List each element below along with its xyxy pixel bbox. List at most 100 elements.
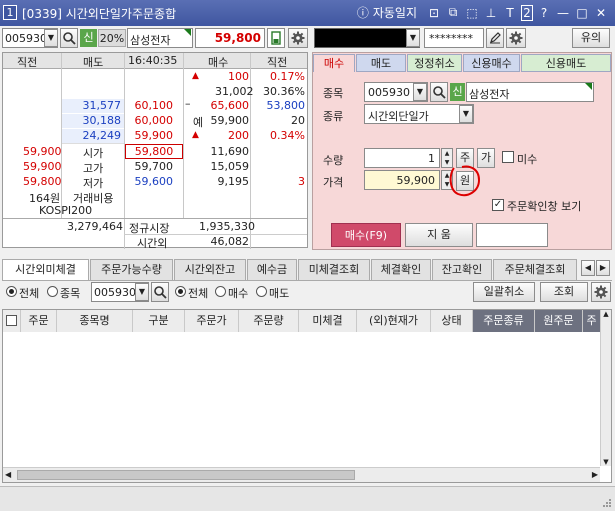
low-price-label: 저가	[83, 177, 104, 190]
layout-icon[interactable]: ⊡	[426, 6, 442, 20]
tab-sell[interactable]: 매도	[356, 54, 406, 72]
index-membership: KOSPI200	[39, 204, 93, 217]
quantity-label: 수량	[323, 154, 344, 167]
settings-gear-icon[interactable]	[288, 28, 308, 48]
quote-grid: 직전 매도 16:40:35 매수 직전 ▲ 100 0.17% 31,002 …	[2, 52, 308, 250]
column-type[interactable]: 구분	[133, 310, 185, 332]
tab-order-execution-query[interactable]: 주문체결조회	[493, 259, 577, 280]
bid-price-selected[interactable]: 59,800	[125, 144, 183, 159]
cancel-all-button[interactable]: 일괄취소	[473, 282, 535, 302]
tab-credit-buy[interactable]: 신용매수	[463, 54, 520, 72]
tab-unfilled-query[interactable]: 미체결조회	[298, 259, 370, 280]
confirm-checkbox[interactable]: ✓	[492, 199, 504, 211]
horizontal-scrollbar[interactable]: ◀ ▶	[3, 467, 600, 482]
header-bid: 매수	[208, 56, 229, 69]
clear-button[interactable]: 지 움	[405, 223, 473, 247]
ask-row-pct: 0.17%	[270, 70, 305, 83]
header-prev: 직전	[17, 56, 38, 69]
filter-stock-dropdown-icon[interactable]: ▼	[135, 283, 149, 301]
pin-icon[interactable]: ⊥	[483, 6, 499, 20]
ask-price[interactable]: 60,100	[125, 99, 174, 112]
filter-stock-radio[interactable]	[47, 286, 58, 297]
tab-scroll-right-icon[interactable]: ▶	[596, 260, 610, 276]
search-icon[interactable]	[60, 28, 78, 48]
two-icon[interactable]: 2	[521, 4, 533, 21]
stock-code-dropdown-icon[interactable]: ▼	[44, 29, 58, 47]
column-status[interactable]: 상태	[431, 310, 473, 332]
tab-orderable-qty[interactable]: 주문가능수량	[90, 259, 173, 280]
copy-icon[interactable]: ⬚	[464, 6, 480, 20]
edit-pencil-icon[interactable]	[486, 28, 504, 48]
order-stock-name-value: 삼성전자	[469, 88, 510, 101]
column-order-kind[interactable]: 주문종류	[473, 310, 535, 332]
tab-scroll-left-icon[interactable]: ◀	[581, 260, 595, 276]
autolog-icon[interactable]: ⓘ	[356, 4, 370, 21]
vertical-scrollbar[interactable]: ▲ ▼	[600, 310, 611, 466]
password-value: ********	[429, 32, 473, 45]
order-type-select[interactable]: 시간외단일가	[364, 104, 474, 124]
tab-execution-check[interactable]: 체결확인	[371, 259, 431, 280]
column-unfilled[interactable]: 미체결	[299, 310, 357, 332]
column-order-price[interactable]: 주문가	[185, 310, 239, 332]
tab-balance-check[interactable]: 잔고확인	[432, 259, 492, 280]
column-order-qty[interactable]: 주문량	[239, 310, 299, 332]
filter-sell-label: 매도	[269, 287, 290, 300]
list-settings-gear-icon[interactable]	[591, 282, 611, 302]
help-icon[interactable]: ?	[536, 6, 552, 20]
notice-button[interactable]: 유의	[572, 28, 610, 48]
order-type-dropdown-icon[interactable]: ▼	[459, 105, 473, 123]
password-field[interactable]: ********	[424, 28, 484, 48]
price-input[interactable]: 59,900	[364, 170, 440, 190]
ask-price[interactable]: 59,900	[125, 129, 174, 142]
account-number-field[interactable]	[314, 28, 420, 48]
bid-price[interactable]: 59,600	[125, 175, 174, 188]
bid-volume: 9,195	[217, 175, 250, 188]
ask-price[interactable]: 60,000	[125, 114, 174, 127]
order-type-label: 종류	[323, 110, 344, 123]
ask-volume: 30,188	[82, 114, 122, 127]
tab-modify-cancel[interactable]: 정정취소	[407, 54, 462, 72]
query-button[interactable]: 조회	[540, 282, 588, 302]
column-stock-name[interactable]: 종목명	[57, 310, 133, 332]
order-stock-dropdown-icon[interactable]: ▼	[413, 83, 427, 101]
column-original-order[interactable]: 원주문	[535, 310, 583, 332]
memo-icon[interactable]	[267, 28, 285, 48]
tab-credit-sell[interactable]: 신용매도	[521, 54, 611, 72]
text-size-icon[interactable]: T	[502, 6, 518, 20]
close-icon[interactable]: ✕	[593, 6, 609, 20]
minimize-icon[interactable]: —	[555, 6, 571, 20]
filter-buy-label: 매수	[228, 287, 249, 300]
bid-price[interactable]: 59,700	[125, 160, 174, 173]
tab-after-hours-balance[interactable]: 시간외잔고	[174, 259, 246, 280]
restore-window-icon[interactable]: ⧉	[445, 5, 461, 20]
ask-row-marker: ▲	[192, 71, 199, 81]
tab-buy[interactable]: 매수	[313, 54, 355, 72]
column-order[interactable]: 주문	[21, 310, 57, 332]
select-all-checkbox[interactable]	[6, 315, 17, 326]
maximize-icon[interactable]: □	[574, 6, 590, 20]
autolog-button[interactable]: 자동일지	[373, 4, 417, 21]
ask-row-pct: 20	[291, 114, 305, 127]
margin-rate-badge: 20%	[98, 29, 126, 47]
filter-sell-radio[interactable]	[256, 286, 267, 297]
filter-buy-radio[interactable]	[215, 286, 226, 297]
order-search-icon[interactable]	[430, 82, 448, 102]
scroll-down-icon: ▼	[603, 458, 609, 466]
account-settings-gear-icon[interactable]	[506, 28, 526, 48]
ask-row-bid-volume: 31,002	[215, 85, 254, 98]
quantity-input[interactable]: 1	[364, 148, 440, 168]
filter-all-radio[interactable]	[6, 286, 17, 297]
ask-row-bid-volume: 100	[228, 70, 249, 83]
resize-grip-icon[interactable]	[602, 498, 612, 508]
tab-deposit[interactable]: 예수금	[247, 259, 297, 280]
filter-search-icon[interactable]	[151, 282, 169, 302]
order-stock-name-field: 삼성전자	[466, 82, 594, 102]
buy-button[interactable]: 매수(F9)	[331, 223, 401, 247]
account-dropdown-icon[interactable]: ▼	[406, 29, 420, 47]
tab-after-hours-unfilled[interactable]: 시간외미체결	[2, 259, 89, 281]
column-more[interactable]: 주	[583, 310, 601, 332]
filter-side-all-radio[interactable]	[175, 286, 186, 297]
column-current-price[interactable]: (외)현재가	[357, 310, 431, 332]
horizontal-scroll-thumb[interactable]	[17, 470, 355, 480]
unpaid-checkbox[interactable]	[502, 151, 514, 163]
